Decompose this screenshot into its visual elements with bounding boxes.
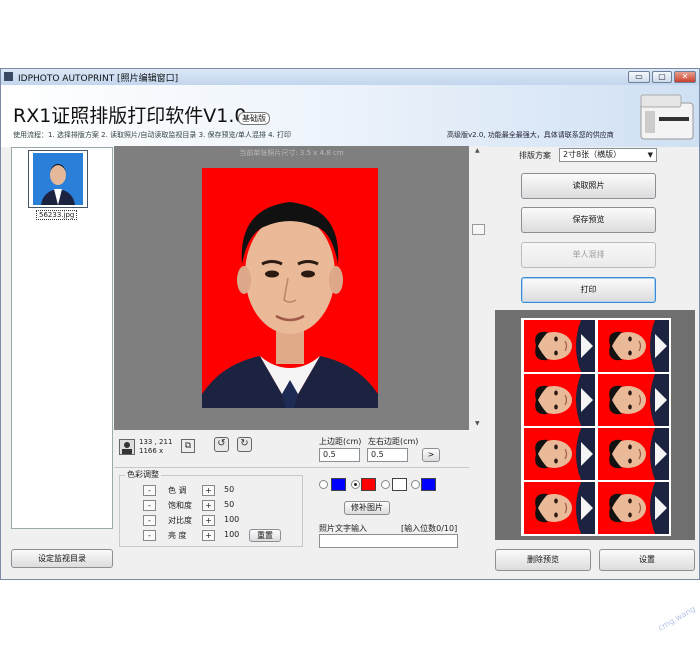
single-mix-button[interactable]: 单人混排 [521, 242, 656, 268]
photo-text-input[interactable] [319, 534, 458, 548]
layout-scheme-value: 2寸8张（横版） [563, 150, 622, 159]
preview-photo [598, 374, 669, 426]
bg-color-radio-custom[interactable] [411, 480, 420, 489]
contrast-plus-button[interactable]: + [202, 515, 215, 526]
layout-scheme-select[interactable]: 2寸8张（横版） ▼ [559, 148, 657, 162]
maximize-button[interactable]: ▢ [652, 71, 672, 83]
person-icon [119, 439, 135, 455]
read-photo-button[interactable]: 读取照片 [521, 173, 656, 199]
saturation-plus-button[interactable]: + [202, 500, 215, 511]
app-title: RX1证照排版打印软件V1.0 [13, 105, 247, 127]
preview-photo [524, 482, 595, 534]
brightness-plus-button[interactable]: + [202, 530, 215, 541]
settings-button[interactable]: 设置 [599, 549, 695, 571]
preview-photo [598, 482, 669, 534]
preview-photo [598, 320, 669, 372]
edition-badge: 基础版 [238, 112, 270, 125]
saturation-value: 50 [224, 500, 235, 509]
apply-margin-button[interactable]: > [422, 448, 440, 462]
hue-plus-button[interactable]: + [202, 485, 215, 496]
usage-steps: 使用流程：1. 选择排版方案 2. 读取照片/自动读取监视目录 3. 保存预览/… [13, 131, 292, 139]
printer-icon [640, 94, 694, 140]
hue-value: 50 [224, 485, 235, 494]
delete-preview-button[interactable]: 删除预览 [495, 549, 591, 571]
id-photo [202, 168, 378, 408]
hue-label: 色 调 [168, 486, 187, 495]
app-header: RX1证照排版打印软件V1.0 基础版 使用流程：1. 选择排版方案 2. 读取… [1, 85, 699, 147]
contrast-minus-button[interactable]: - [143, 515, 156, 526]
layout-scheme-label: 排版方案 [519, 151, 551, 160]
print-preview[interactable] [495, 310, 695, 540]
text-counter: [输入位数0/10] [401, 524, 458, 533]
bg-swatch-red[interactable] [361, 478, 376, 491]
app-icon [4, 72, 13, 81]
brightness-minus-button[interactable]: - [143, 530, 156, 541]
crop-icon[interactable]: ⧉ [181, 439, 195, 453]
divider [114, 467, 469, 468]
rotate-right-icon[interactable]: ↻ [237, 437, 252, 452]
upgrade-notice: 高级版v2.0, 功能最全最强大，具体请联系您的供应商 [447, 131, 614, 139]
cursor-coords: 133 , 211 [139, 438, 173, 446]
top-margin-label: 上边距(cm) [319, 437, 362, 446]
patch-photo-button[interactable]: 修补图片 [344, 501, 390, 515]
saturation-label: 饱和度 [168, 501, 192, 510]
color-adjust-title: 色彩调整 [125, 469, 161, 480]
hue-minus-button[interactable]: - [143, 485, 156, 496]
thumbnail-filename: 56233.jpg [36, 210, 78, 220]
bg-color-radio-white[interactable] [381, 480, 390, 489]
photo-size-caption: 当前单张照片尺寸: 3.5 x 4.8 cm [239, 149, 344, 157]
reset-color-button[interactable]: 重置 [249, 529, 281, 542]
photo-grid [524, 320, 669, 534]
photo-thumbnail[interactable] [28, 150, 88, 208]
bg-color-radio-blue[interactable] [319, 480, 328, 489]
contrast-value: 100 [224, 515, 240, 524]
chevron-down-icon: ▼ [647, 151, 653, 159]
photo-text-label: 照片文字输入 [319, 524, 367, 533]
scroll-up-icon[interactable]: ▲ [475, 147, 480, 154]
minimize-button[interactable]: ▭ [628, 71, 650, 83]
photo-canvas[interactable]: 当前单张照片尺寸: 3.5 x 4.8 cm [114, 146, 469, 430]
image-size: 1166 x [139, 447, 164, 455]
side-margin-input[interactable]: 0.5 [367, 448, 408, 462]
window-title: IDPHOTO AUTOPRINT [照片编辑窗口] [18, 74, 179, 84]
bg-color-radio-red[interactable] [351, 480, 360, 489]
bg-swatch-blue[interactable] [331, 478, 346, 491]
rotate-left-icon[interactable]: ↺ [214, 437, 229, 452]
save-preview-button[interactable]: 保存预览 [521, 207, 656, 233]
print-sheet [521, 318, 671, 536]
scrollbar-thumb[interactable] [472, 224, 485, 235]
preview-photo [524, 320, 595, 372]
set-watch-dir-button[interactable]: 设定监视目录 [11, 549, 113, 568]
brightness-label: 亮 度 [168, 531, 187, 540]
app-window: IDPHOTO AUTOPRINT [照片编辑窗口] ▭ ▢ ✕ RX1证照排版… [0, 68, 700, 580]
preview-photo [524, 374, 595, 426]
thumbnail-list[interactable]: 56233.jpg [11, 147, 113, 529]
print-button[interactable]: 打印 [521, 277, 656, 303]
scroll-down-icon[interactable]: ▼ [475, 420, 480, 427]
side-margin-label: 左右边距(cm) [368, 437, 419, 446]
preview-photo [524, 428, 595, 480]
preview-photo [598, 428, 669, 480]
top-margin-input[interactable]: 0.5 [319, 448, 360, 462]
saturation-minus-button[interactable]: - [143, 500, 156, 511]
close-button[interactable]: ✕ [674, 71, 696, 83]
bg-swatch-custom[interactable] [421, 478, 436, 491]
brightness-value: 100 [224, 530, 240, 539]
contrast-label: 对比度 [168, 516, 192, 525]
canvas-scrollbar[interactable]: ▲ ▼ [471, 146, 487, 430]
title-bar: IDPHOTO AUTOPRINT [照片编辑窗口] ▭ ▢ ✕ [1, 69, 699, 85]
bg-swatch-white[interactable] [392, 478, 407, 491]
cursor-info: 133 , 211 1166 x [139, 438, 172, 456]
watermark: cmg.wang [656, 604, 697, 633]
